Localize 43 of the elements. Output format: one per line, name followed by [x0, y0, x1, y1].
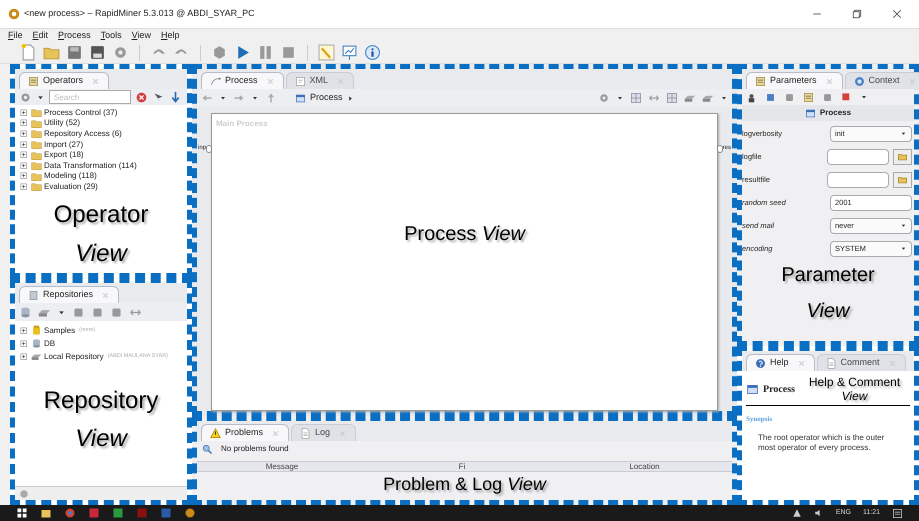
- annotation-label: Operator View: [52, 200, 150, 269]
- panel-tab[interactable]: Operators: [19, 72, 110, 89]
- annotation-label: Parameter View: [780, 263, 876, 324]
- tree-item[interactable]: Data Transformation (114): [44, 160, 137, 172]
- tree-item[interactable]: Process Control (37): [44, 106, 118, 119]
- annotation-label: Process View: [404, 222, 525, 247]
- annotation-label: Repository View: [42, 386, 160, 454]
- column-header[interactable]: Location: [557, 462, 732, 471]
- panel-tab[interactable]: Process: [201, 72, 284, 89]
- panel-tab[interactable]: Help: [746, 354, 815, 371]
- operator-name: Process: [820, 107, 852, 119]
- tree-item[interactable]: Utility (52): [44, 117, 80, 130]
- window-title: <new process> – RapidMiner 5.3.013 @ ABDI_SYAR_PC: [24, 7, 255, 20]
- panel-tab[interactable]: Context: [844, 72, 919, 89]
- tree-item[interactable]: Repository Access (6): [44, 128, 122, 140]
- panel-tab[interactable]: Log: [291, 424, 356, 441]
- panel-tab[interactable]: Parameters: [746, 72, 843, 89]
- menu-item[interactable]: Help: [160, 28, 180, 42]
- tree-item[interactable]: Import (27): [44, 138, 84, 151]
- tree-item[interactable]: Evaluation (29): [44, 180, 98, 193]
- search-field[interactable]: Search: [49, 90, 131, 104]
- menu-item[interactable]: View: [132, 28, 151, 42]
- annotation-label: Problem & Log View: [382, 473, 548, 496]
- tree-item[interactable]: DB: [44, 338, 56, 350]
- panel-tab[interactable]: Problems: [201, 424, 290, 441]
- tree-item[interactable]: Export (18): [44, 149, 84, 162]
- column-header[interactable]: Message: [197, 462, 367, 471]
- menu-item[interactable]: Edit: [32, 28, 48, 42]
- panel-tab[interactable]: Comment: [816, 354, 906, 371]
- status-text: No problems found: [221, 443, 289, 455]
- annotation-label: Help & Comment View: [808, 375, 902, 403]
- menu-item[interactable]: Tools: [100, 28, 122, 42]
- column-header[interactable]: Fi: [367, 462, 557, 471]
- tree-item[interactable]: Modeling (118): [44, 170, 97, 182]
- panel-tab[interactable]: Repositories: [19, 286, 120, 303]
- help-text: The root operator which is the outer most operator of every process.: [757, 432, 886, 452]
- panel-tab[interactable]: XML: [286, 72, 354, 89]
- help-heading: Process: [763, 382, 796, 396]
- tree-item[interactable]: Local Repository: [44, 350, 104, 362]
- menu-item[interactable]: Process: [58, 28, 91, 42]
- menu-item[interactable]: File: [8, 28, 23, 42]
- breadcrumb-link[interactable]: Process: [295, 91, 354, 105]
- tree-item[interactable]: Samples: [44, 324, 76, 336]
